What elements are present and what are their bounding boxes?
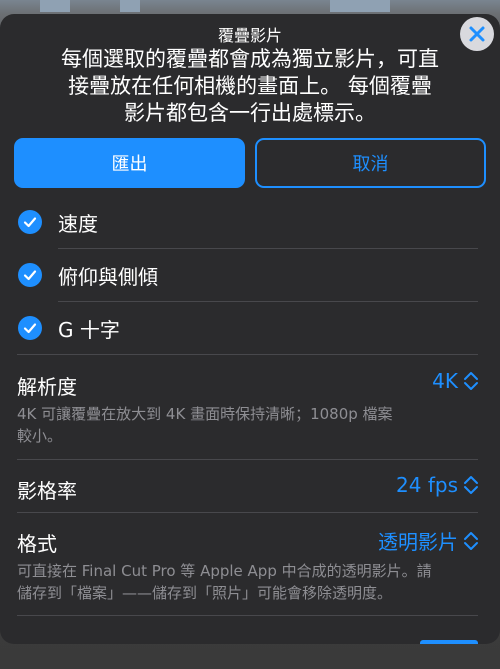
resolution-value: 4K: [432, 369, 458, 393]
resolution-picker[interactable]: 4K: [432, 369, 480, 393]
frame-rate-picker[interactable]: 24 fps: [396, 473, 480, 497]
format-picker[interactable]: 透明影片: [378, 526, 480, 555]
format-description: 可直接在 Final Cut Pro 等 Apple App 中合成的透明影片。…: [17, 560, 477, 604]
background-stripe: [40, 0, 70, 12]
export-button[interactable]: 匯出: [14, 138, 245, 188]
checkmark-icon: [18, 210, 42, 234]
description-line: 影片都包含一行出處標示。: [124, 101, 376, 125]
format-value: 透明影片: [378, 530, 458, 554]
overlay-option-label: G 十字: [58, 317, 120, 342]
up-down-chevron-icon: [462, 370, 480, 392]
description-line: 較小。: [17, 427, 63, 445]
cancel-button[interactable]: 取消: [255, 138, 486, 188]
overlay-option-pitch-roll[interactable]: 俯仰與側傾: [18, 249, 478, 301]
format-label: 格式: [17, 532, 57, 556]
resolution-description: 4K 可讓覆疊在放大到 4K 畫面時保持清晰；1080p 檔案 較小。: [17, 403, 477, 447]
checkmark-icon: [18, 316, 42, 340]
resolution-label: 解析度: [17, 375, 77, 399]
divider: [17, 459, 478, 460]
description-line: 4K 可讓覆疊在放大到 4K 畫面時保持清晰；1080p 檔案: [17, 405, 393, 423]
up-down-chevron-icon: [462, 530, 480, 552]
divider: [17, 354, 478, 355]
overlay-option-g-cross[interactable]: G 十字: [18, 302, 478, 354]
description-line: 儲存到「檔案」——儲存到「照片」可能會移除透明度。: [17, 584, 393, 602]
frame-rate-label: 影格率: [17, 479, 77, 503]
background-stripe: [120, 0, 140, 12]
close-icon: [469, 26, 485, 42]
description-line: 接疊放在任何相機的畫面上。 每個覆疊: [68, 74, 432, 98]
overlay-option-label: 速度: [58, 211, 98, 236]
sheet-title: 覆疊影片: [217, 26, 282, 45]
up-down-chevron-icon: [462, 474, 480, 496]
frame-rate-value: 24 fps: [396, 473, 458, 497]
background-stripe: [330, 0, 390, 12]
description-line: 每個選取的覆疊都會成為獨立影片，可直: [61, 47, 439, 71]
sheet-description: 每個選取的覆疊都會成為獨立影片，可直 接疊放在任何相機的畫面上。 每個覆疊 影片…: [26, 46, 474, 127]
overlay-option-speed[interactable]: 速度: [18, 196, 478, 248]
next-button-peek[interactable]: [420, 640, 478, 644]
checkmark-icon: [18, 263, 42, 287]
description-line: 可直接在 Final Cut Pro 等 Apple App 中合成的透明影片。…: [17, 562, 432, 580]
overlay-option-label: 俯仰與側傾: [58, 264, 158, 289]
divider: [17, 615, 478, 616]
overlay-export-sheet: 覆疊影片 每個選取的覆疊都會成為獨立影片，可直 接疊放在任何相機的畫面上。 每個…: [0, 14, 500, 644]
divider: [17, 512, 478, 513]
